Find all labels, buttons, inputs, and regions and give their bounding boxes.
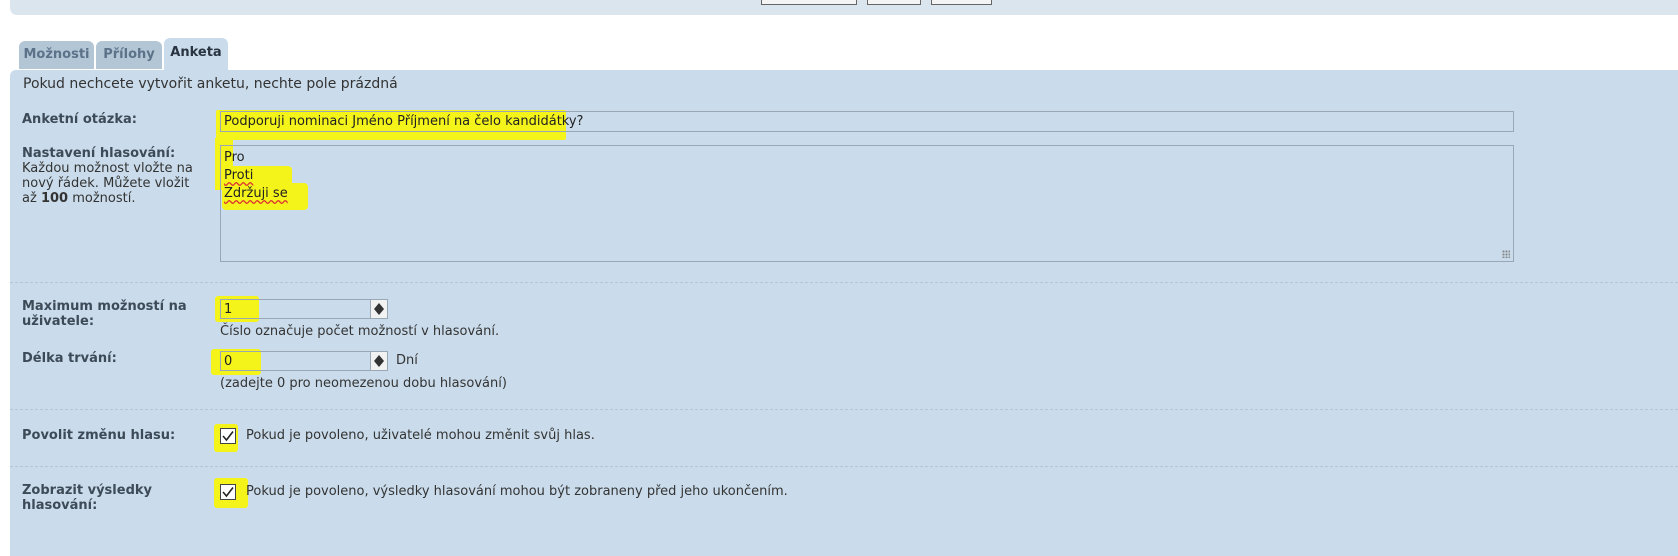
allow-change-help: Pokud je povoleno, uživatelé mohou změni… <box>246 428 595 443</box>
allow-change-label: Povolit změnu hlasu: <box>22 428 176 443</box>
resize-grip-icon[interactable] <box>1502 250 1510 258</box>
question-label: Anketní otázka: <box>22 112 137 127</box>
option-line: Pro <box>224 150 245 165</box>
option-line: Proti <box>224 168 254 183</box>
checkmark-icon <box>222 431 234 442</box>
option-line: Zdržuji se <box>224 186 288 201</box>
max-options-spinbox[interactable]: 1 <box>220 299 388 319</box>
separator <box>10 409 1678 410</box>
options-textarea[interactable]: Pro Proti Zdržuji se <box>220 145 1514 262</box>
separator <box>10 282 1678 283</box>
allow-change-checkbox[interactable] <box>220 428 236 444</box>
tab-moznosti[interactable]: Možnosti <box>19 41 94 69</box>
duration-label: Délka trvání: <box>22 351 117 366</box>
show-results-checkbox[interactable] <box>220 484 236 500</box>
top-button-1[interactable] <box>761 0 857 5</box>
separator <box>10 466 1678 467</box>
question-input[interactable]: Podporuji nominaci Jméno Příjmení na čel… <box>220 111 1514 132</box>
options-label: Nastavení hlasování: <box>22 146 176 161</box>
tab-prilohy[interactable]: Přílohy <box>96 41 162 69</box>
top-bar <box>10 0 1678 15</box>
poll-panel: Pokud nechcete vytvořit anketu, nechte p… <box>10 70 1678 556</box>
top-button-3[interactable] <box>931 0 992 5</box>
spinner-arrows-icon[interactable] <box>370 352 387 370</box>
spinner-arrows-icon[interactable] <box>370 300 387 318</box>
duration-spinbox[interactable]: 0 <box>220 351 388 371</box>
duration-help: (zadejte 0 pro neomezenou dobu hlasování… <box>220 376 507 391</box>
options-help: Každou možnost vložte na nový řádek. Můž… <box>22 161 193 206</box>
show-results-help: Pokud je povoleno, výsledky hlasování mo… <box>246 484 788 499</box>
top-button-2[interactable] <box>867 0 921 5</box>
show-results-label: Zobrazit výsledky hlasování: <box>22 483 152 513</box>
max-options-label: Maximum možností na uživatele: <box>22 299 187 329</box>
intro-text: Pokud nechcete vytvořit anketu, nechte p… <box>23 76 398 92</box>
duration-unit: Dní <box>396 353 418 368</box>
tab-anketa[interactable]: Anketa <box>164 38 228 71</box>
max-options-help: Číslo označuje počet možností v hlasován… <box>220 324 500 339</box>
checkmark-icon <box>222 487 234 498</box>
